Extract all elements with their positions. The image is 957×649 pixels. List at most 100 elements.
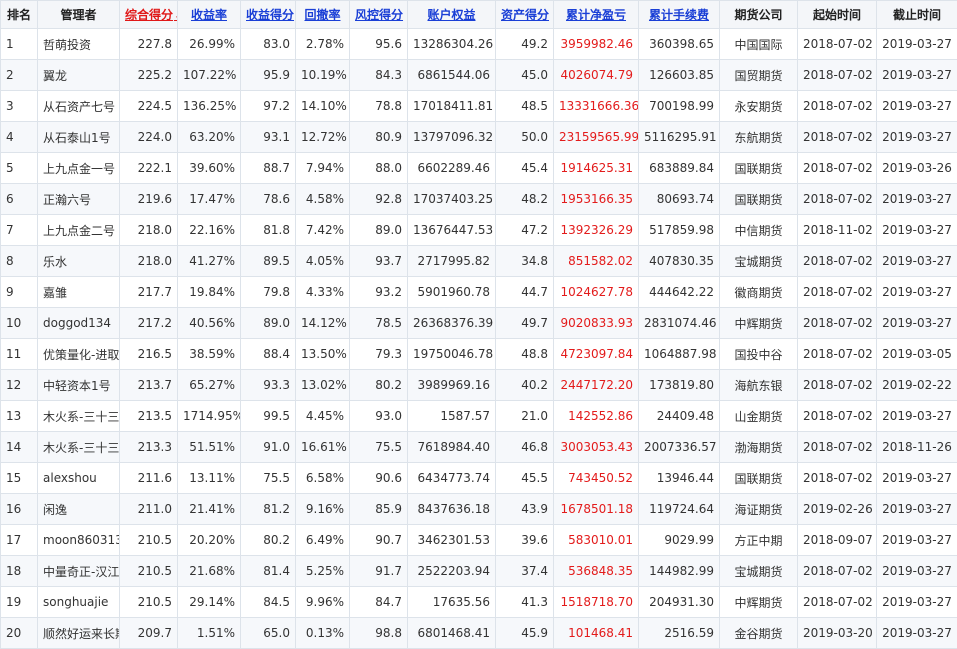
cell-manager: 闲逸 <box>38 494 120 525</box>
cell-end-date: 2019-03-27 <box>877 277 957 308</box>
cell-start-date: 2018-07-02 <box>798 587 877 618</box>
table-row: 1哲萌投资227.826.99%83.02.78%95.613286304.26… <box>1 29 957 60</box>
cell-return-rate: 1.51% <box>178 618 241 649</box>
cell-return-score: 97.2 <box>241 91 296 122</box>
header-asset-score[interactable]: 资产得分 <box>496 1 554 29</box>
cell-rank: 5 <box>1 153 38 184</box>
table-row: 20顺然好运来长期209.71.51%65.00.13%98.86801468.… <box>1 618 957 649</box>
cell-asset-score: 45.0 <box>496 60 554 91</box>
header-score-label[interactable]: 综合得分 <box>125 8 173 22</box>
header-return-rate-label[interactable]: 收益率 <box>191 8 227 22</box>
cell-return-rate: 136.25% <box>178 91 241 122</box>
table-row: 11优策量化-进取216.538.59%88.413.50%79.3197500… <box>1 339 957 370</box>
cell-drawdown: 4.33% <box>296 277 350 308</box>
cell-cum-pnl: 101468.41 <box>554 618 639 649</box>
header-risk-score[interactable]: 风控得分 <box>350 1 408 29</box>
cell-drawdown: 4.05% <box>296 246 350 277</box>
header-cum-pnl[interactable]: 累计净盈亏 <box>554 1 639 29</box>
header-score[interactable]: 综合得分↓ <box>120 1 178 29</box>
cell-end-date: 2019-03-27 <box>877 91 957 122</box>
cell-end-date: 2019-03-27 <box>877 587 957 618</box>
header-drawdown[interactable]: 回撤率 <box>296 1 350 29</box>
header-asset-score-label[interactable]: 资产得分 <box>501 8 549 22</box>
cell-score: 211.6 <box>120 463 178 494</box>
cell-score: 213.7 <box>120 370 178 401</box>
cell-return-score: 88.7 <box>241 153 296 184</box>
cell-drawdown: 0.13% <box>296 618 350 649</box>
table-row: 7上九点金二号218.022.16%81.87.42%89.013676447.… <box>1 215 957 246</box>
cell-asset-score: 43.9 <box>496 494 554 525</box>
header-return-score-label[interactable]: 收益得分 <box>246 8 294 22</box>
cell-score: 224.5 <box>120 91 178 122</box>
cell-cum-pnl: 4026074.79 <box>554 60 639 91</box>
cell-equity: 13286304.26 <box>408 29 496 60</box>
cell-asset-score: 41.3 <box>496 587 554 618</box>
cell-equity: 13797096.32 <box>408 122 496 153</box>
cell-drawdown: 6.49% <box>296 525 350 556</box>
cell-start-date: 2018-07-02 <box>798 556 877 587</box>
cell-start-date: 2018-07-02 <box>798 246 877 277</box>
cell-asset-score: 49.2 <box>496 29 554 60</box>
cell-equity: 6434773.74 <box>408 463 496 494</box>
cell-cum-fee: 444642.22 <box>639 277 720 308</box>
cell-score: 225.2 <box>120 60 178 91</box>
cell-rank: 18 <box>1 556 38 587</box>
header-equity-label[interactable]: 账户权益 <box>427 8 475 22</box>
table-row: 16闲逸211.021.41%81.29.16%85.98437636.1843… <box>1 494 957 525</box>
header-cum-fee-label[interactable]: 累计手续费 <box>649 8 709 22</box>
header-return-score[interactable]: 收益得分 <box>241 1 296 29</box>
header-drawdown-label[interactable]: 回撤率 <box>304 8 340 22</box>
cell-cum-pnl: 1024627.78 <box>554 277 639 308</box>
cell-return-rate: 65.27% <box>178 370 241 401</box>
cell-equity: 26368376.39 <box>408 308 496 339</box>
header-cum-fee[interactable]: 累计手续费 <box>639 1 720 29</box>
cell-risk-score: 88.0 <box>350 153 408 184</box>
header-equity[interactable]: 账户权益 <box>408 1 496 29</box>
cell-asset-score: 48.5 <box>496 91 554 122</box>
cell-asset-score: 47.2 <box>496 215 554 246</box>
cell-asset-score: 45.9 <box>496 618 554 649</box>
header-risk-score-label[interactable]: 风控得分 <box>355 8 403 22</box>
cell-drawdown: 14.12% <box>296 308 350 339</box>
cell-start-date: 2018-07-02 <box>798 401 877 432</box>
cell-equity: 3462301.53 <box>408 525 496 556</box>
cell-end-date: 2019-03-26 <box>877 153 957 184</box>
cell-end-date: 2019-03-27 <box>877 308 957 339</box>
header-cum-pnl-label[interactable]: 累计净盈亏 <box>566 8 626 22</box>
cell-rank: 10 <box>1 308 38 339</box>
cell-cum-pnl: 583010.01 <box>554 525 639 556</box>
cell-risk-score: 80.2 <box>350 370 408 401</box>
cell-cum-pnl: 1518718.70 <box>554 587 639 618</box>
cell-risk-score: 84.7 <box>350 587 408 618</box>
cell-broker: 国联期货 <box>720 184 798 215</box>
cell-cum-pnl: 1953166.35 <box>554 184 639 215</box>
cell-cum-pnl: 1678501.18 <box>554 494 639 525</box>
cell-rank: 6 <box>1 184 38 215</box>
cell-cum-fee: 24409.48 <box>639 401 720 432</box>
cell-return-score: 93.1 <box>241 122 296 153</box>
cell-drawdown: 12.72% <box>296 122 350 153</box>
ranking-table: 排名 管理者 综合得分↓ 收益率 收益得分 回撤率 风控得分 账户权益 资产得分… <box>0 0 957 649</box>
sort-desc-icon[interactable]: ↓ <box>174 9 177 22</box>
cell-equity: 8437636.18 <box>408 494 496 525</box>
cell-risk-score: 80.9 <box>350 122 408 153</box>
cell-broker: 山金期货 <box>720 401 798 432</box>
cell-start-date: 2018-07-02 <box>798 153 877 184</box>
cell-drawdown: 16.61% <box>296 432 350 463</box>
header-row: 排名 管理者 综合得分↓ 收益率 收益得分 回撤率 风控得分 账户权益 资产得分… <box>1 1 957 29</box>
cell-broker: 国联期货 <box>720 463 798 494</box>
cell-cum-pnl: 23159565.99 <box>554 122 639 153</box>
cell-cum-fee: 5116295.91 <box>639 122 720 153</box>
cell-rank: 9 <box>1 277 38 308</box>
cell-return-score: 99.5 <box>241 401 296 432</box>
cell-return-rate: 39.60% <box>178 153 241 184</box>
cell-manager: alexshou <box>38 463 120 494</box>
cell-return-rate: 26.99% <box>178 29 241 60</box>
cell-manager: 哲萌投资 <box>38 29 120 60</box>
cell-score: 216.5 <box>120 339 178 370</box>
cell-equity: 17018411.81 <box>408 91 496 122</box>
header-return-rate[interactable]: 收益率 <box>178 1 241 29</box>
cell-cum-fee: 126603.85 <box>639 60 720 91</box>
cell-drawdown: 2.78% <box>296 29 350 60</box>
cell-manager: moon860313 <box>38 525 120 556</box>
